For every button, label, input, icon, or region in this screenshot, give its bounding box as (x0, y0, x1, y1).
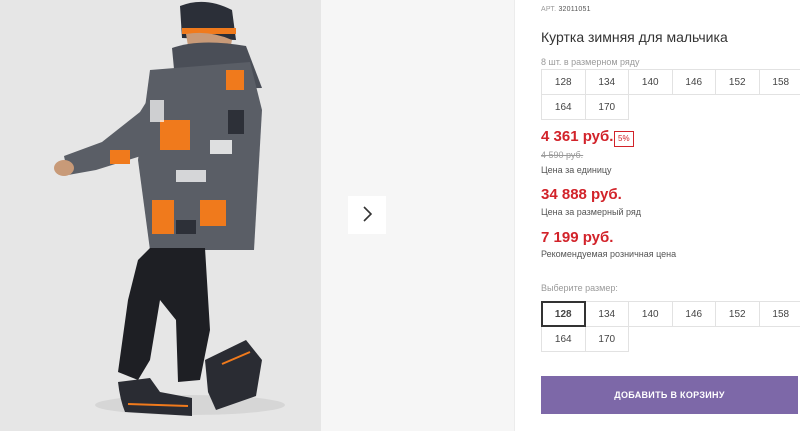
gallery-next-button[interactable] (348, 196, 386, 234)
pack-size-grid: 128 134 140 146 152 158 164 170 (541, 69, 800, 120)
unit-price: 4 361 руб. (541, 128, 614, 145)
pack-note: 8 шт. в размерном ряду (541, 57, 640, 67)
add-to-cart-button[interactable]: ДОБАВИТЬ В КОРЗИНУ (541, 376, 798, 414)
size-option[interactable]: 158 (758, 301, 800, 327)
pack-size-cell: 140 (628, 69, 673, 95)
pack-size-cell: 158 (758, 69, 800, 95)
size-option[interactable]: 146 (671, 301, 716, 327)
size-option[interactable]: 152 (715, 301, 760, 327)
size-option[interactable]: 170 (584, 326, 629, 352)
pack-size-cell: 164 (541, 94, 586, 120)
set-price: 34 888 руб. (541, 186, 622, 203)
sku-label: АРТ. (541, 6, 557, 13)
old-price: 4 590 руб. (541, 150, 584, 160)
set-price-label: Цена за размерный ряд (541, 207, 642, 217)
product-title: Куртка зимняя для мальчика (541, 29, 728, 45)
pack-size-cell: 146 (671, 69, 716, 95)
pack-size-cell: 134 (584, 69, 629, 95)
sku-value: 32011051 (558, 6, 591, 13)
size-option-selected[interactable]: 128 (541, 301, 586, 327)
discount-badge: 5% (614, 131, 634, 147)
sku: АРТ. 32011051 (541, 6, 591, 13)
size-option[interactable]: 140 (628, 301, 673, 327)
pack-size-cell: 170 (584, 94, 629, 120)
size-selector-label: Выберите размер: (541, 283, 618, 293)
size-option[interactable]: 164 (541, 326, 586, 352)
retail-price-label: Рекомендуемая розничная цена (541, 249, 677, 259)
panel-divider (514, 0, 515, 431)
retail-price: 7 199 руб. (541, 229, 614, 246)
product-photo[interactable] (0, 0, 321, 431)
product-photo-image (0, 0, 321, 431)
pack-size-cell: 152 (715, 69, 760, 95)
pack-size-cell: 128 (541, 69, 586, 95)
size-selector: 128 134 140 146 152 158 164 170 (541, 301, 800, 352)
size-option[interactable]: 134 (584, 301, 629, 327)
unit-price-label: Цена за единицу (541, 165, 612, 175)
chevron-right-icon (362, 205, 373, 225)
